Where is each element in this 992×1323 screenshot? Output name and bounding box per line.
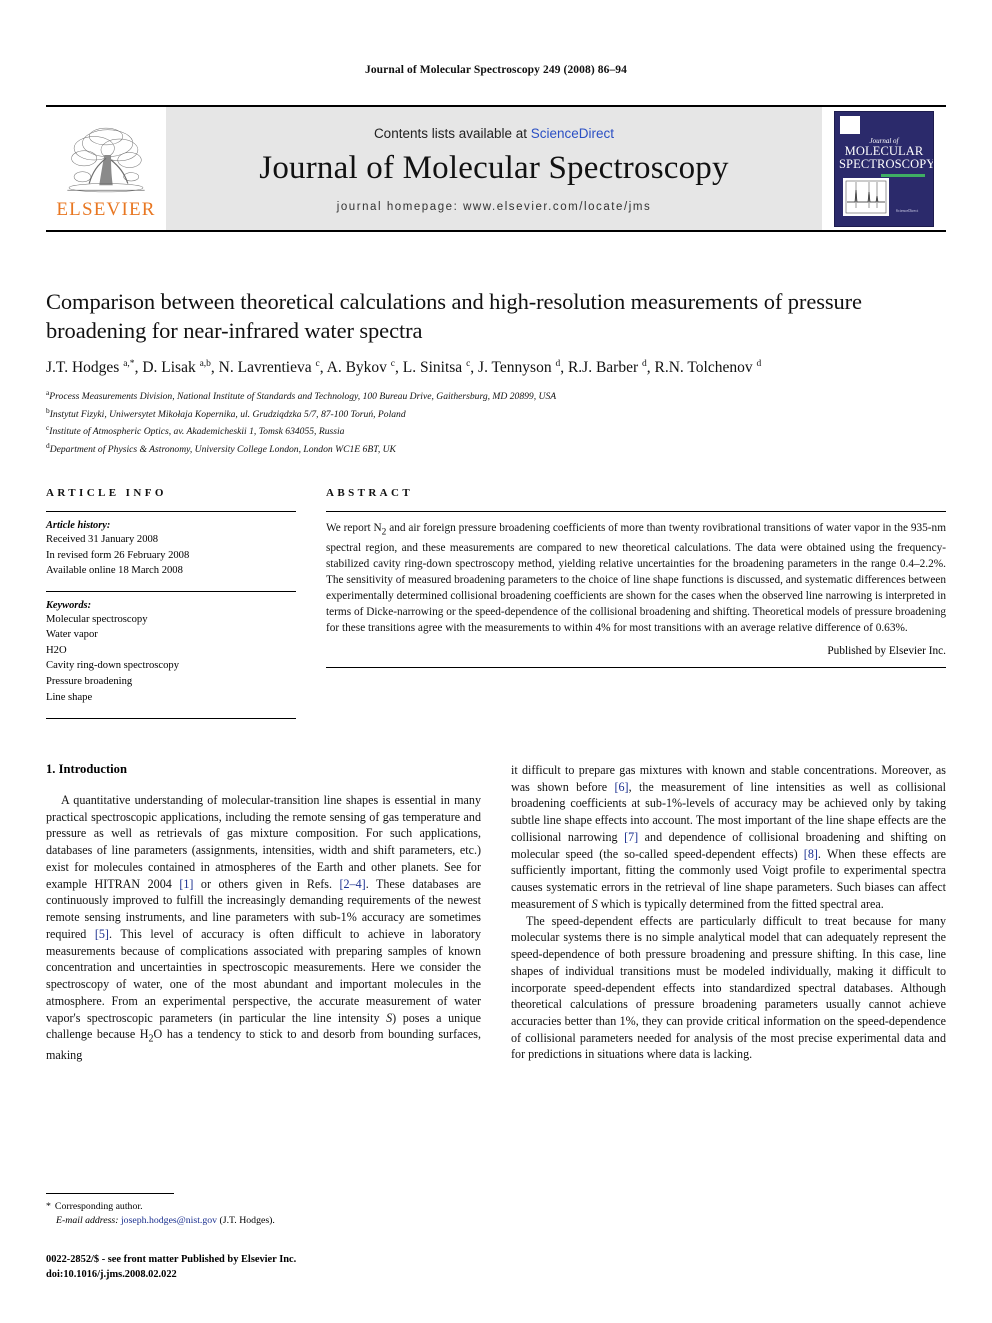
journal-cover-thumbnail: Journal of MOLECULAR SPECTROSCOPY Scienc xyxy=(822,107,946,230)
affiliation-item: cInstitute of Atmospheric Optics, av. Ak… xyxy=(46,422,946,440)
journal-title: Journal of Molecular Spectroscopy xyxy=(259,150,729,186)
keywords-heading: Keywords: xyxy=(46,599,92,611)
journal-article-page: Journal of Molecular Spectroscopy 249 (2… xyxy=(0,0,992,1323)
keyword-item: H2O xyxy=(46,644,67,656)
abstract-label: ABSTRACT xyxy=(326,487,414,499)
affiliation-text: Instytut Fizyki, Uniwersytet Mikołaja Ko… xyxy=(49,408,406,420)
affiliation-item: dDepartment of Physics & Astronomy, Univ… xyxy=(46,440,946,458)
divider xyxy=(326,511,946,512)
article-history-item: Received 31 January 2008 xyxy=(46,534,159,545)
body-paragraph: it difficult to prepare gas mixtures wit… xyxy=(511,763,947,911)
footnote-corresponding-text: Corresponding author. xyxy=(54,1201,143,1212)
divider xyxy=(46,511,296,512)
affiliation-text: Process Measurements Division, National … xyxy=(49,391,557,403)
article-history-item: In revised form 26 February 2008 xyxy=(46,549,190,561)
divider xyxy=(326,666,946,668)
divider xyxy=(46,590,296,592)
keyword-item: Line shape xyxy=(46,691,93,703)
affiliation-item: aProcess Measurements Division, National… xyxy=(46,387,946,405)
body-paragraph: The speed-dependent effects are particul… xyxy=(511,913,946,1062)
page-footer: 0022-2852/$ - see front matter Published… xyxy=(46,1253,546,1283)
elsevier-wordmark: ELSEVIER xyxy=(56,198,156,220)
footnote-email-link[interactable]: joseph.hodges@nist.gov xyxy=(121,1215,217,1226)
affiliation-item: bInstytut Fizyki, Uniwersytet Mikołaja K… xyxy=(46,405,946,423)
article-info-label: ARTICLE INFO xyxy=(46,487,167,499)
masthead-center: Contents lists available at ScienceDirec… xyxy=(166,107,822,230)
running-head: Journal of Molecular Spectroscopy 249 (2… xyxy=(364,64,628,76)
footer-issn-line: 0022-2852/$ - see front matter Published… xyxy=(46,1254,297,1265)
asterisk-icon: * xyxy=(46,1201,51,1212)
keyword-item: Pressure broadening xyxy=(46,675,133,687)
cover-accent-rule xyxy=(881,173,925,177)
cover-sciencedirect-badge: ScienceDirect xyxy=(895,207,919,213)
divider xyxy=(46,718,296,720)
footer-doi-line[interactable]: doi:10.1016/j.jms.2008.02.022 xyxy=(46,1268,546,1283)
body-paragraph: A quantitative understanding of molecula… xyxy=(46,793,481,1062)
keyword-item: Cavity ring-down spectroscopy xyxy=(46,660,179,672)
footnote-email-owner: (J.T. Hodges). xyxy=(219,1215,275,1227)
affiliation-text: Institute of Atmospheric Optics, av. Aka… xyxy=(49,426,345,438)
body-column-left: 1. Introduction A quantitative understan… xyxy=(46,762,481,1262)
article-title: Comparison between theoretical calculati… xyxy=(46,289,862,343)
elsevier-logo: ELSEVIER xyxy=(46,107,166,230)
contents-available-line: Contents lists available at ScienceDirec… xyxy=(374,126,614,141)
contents-prefix: Contents lists available at xyxy=(373,126,531,141)
footnote-corresponding-line: * Corresponding author. xyxy=(46,1200,346,1214)
keyword-item: Molecular spectroscopy xyxy=(46,613,148,625)
info-abstract-region: ARTICLE INFO Article history: Received 3… xyxy=(46,487,946,720)
cover-image: Journal of MOLECULAR SPECTROSCOPY Scienc xyxy=(834,110,934,227)
footnote-email-label: E-mail address: xyxy=(56,1215,119,1227)
affiliation-text: Department of Physics & Astronomy, Unive… xyxy=(49,444,396,456)
journal-homepage[interactable]: journal homepage: www.elsevier.com/locat… xyxy=(337,201,652,213)
title-block: Comparison between theoretical calculati… xyxy=(46,288,946,458)
corresponding-author-footnote: * Corresponding author. E-mail address: j… xyxy=(46,1193,346,1228)
journal-masthead: ELSEVIER Contents lists available at Sci… xyxy=(46,105,946,232)
cover-title: MOLECULAR SPECTROSCOPY xyxy=(839,143,933,172)
author-list: J.T. Hodges a,*, D. Lisak a,b, N. Lavren… xyxy=(46,359,762,377)
footnote-email-line: E-mail address: joseph.hodges@nist.gov (… xyxy=(46,1214,346,1228)
cover-title-line1: MOLECULAR xyxy=(844,143,924,158)
cover-elsevier-logo-icon xyxy=(840,115,860,134)
section-title-introduction: 1. Introduction xyxy=(46,762,127,776)
body-region: 1. Introduction A quantitative understan… xyxy=(46,762,946,1262)
body-column-right: it difficult to prepare gas mixtures wit… xyxy=(511,762,946,1262)
abstract-published-by: Published by Elsevier Inc. xyxy=(827,644,946,657)
affiliation-list: aProcess Measurements Division, National… xyxy=(46,387,946,458)
cover-plot-icon xyxy=(845,180,887,213)
cover-spectrum-plot xyxy=(843,177,889,216)
footnote-rule xyxy=(46,1193,174,1194)
cover-title-line2: SPECTROSCOPY xyxy=(839,157,934,171)
elsevier-tree-icon xyxy=(67,127,145,192)
article-info-column: ARTICLE INFO Article history: Received 3… xyxy=(46,487,296,720)
sciencedirect-link[interactable]: ScienceDirect xyxy=(531,126,614,141)
article-history-item: Available online 18 March 2008 xyxy=(46,565,183,577)
keyword-item: Water vapor xyxy=(46,629,98,641)
abstract-column: ABSTRACT We report N2 and air foreign pr… xyxy=(326,487,946,719)
abstract-text: We report N2 and air foreign pressure br… xyxy=(326,522,946,634)
article-history-heading: Article history: xyxy=(46,520,111,531)
